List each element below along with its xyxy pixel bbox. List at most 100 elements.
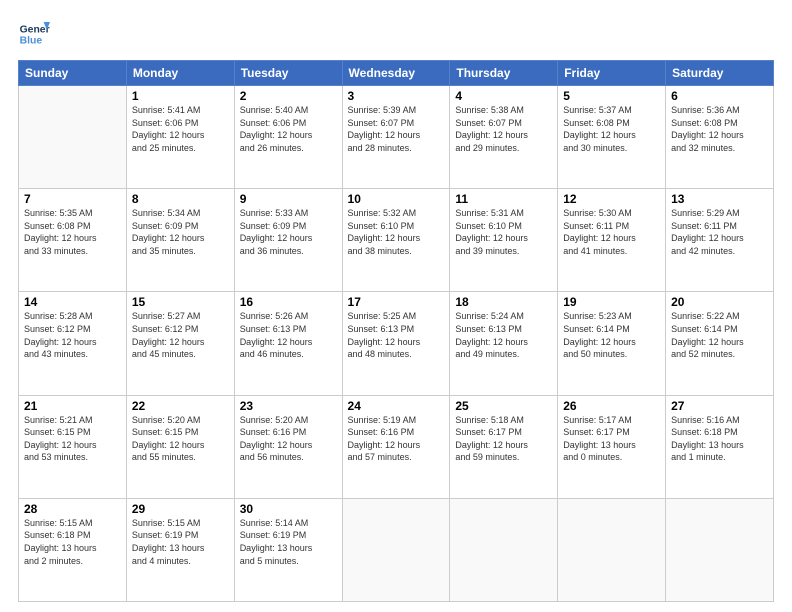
logo-icon: General Blue <box>18 18 50 50</box>
day-info: Sunrise: 5:39 AM Sunset: 6:07 PM Dayligh… <box>348 104 445 154</box>
day-info: Sunrise: 5:37 AM Sunset: 6:08 PM Dayligh… <box>563 104 660 154</box>
day-info: Sunrise: 5:25 AM Sunset: 6:13 PM Dayligh… <box>348 310 445 360</box>
day-number: 13 <box>671 192 768 206</box>
day-info: Sunrise: 5:31 AM Sunset: 6:10 PM Dayligh… <box>455 207 552 257</box>
day-number: 11 <box>455 192 552 206</box>
day-info: Sunrise: 5:23 AM Sunset: 6:14 PM Dayligh… <box>563 310 660 360</box>
day-number: 29 <box>132 502 229 516</box>
day-cell: 12Sunrise: 5:30 AM Sunset: 6:11 PM Dayli… <box>558 189 666 292</box>
day-cell: 6Sunrise: 5:36 AM Sunset: 6:08 PM Daylig… <box>666 86 774 189</box>
day-cell: 24Sunrise: 5:19 AM Sunset: 6:16 PM Dayli… <box>342 395 450 498</box>
header: General Blue <box>18 18 774 50</box>
day-number: 5 <box>563 89 660 103</box>
day-number: 26 <box>563 399 660 413</box>
day-cell: 20Sunrise: 5:22 AM Sunset: 6:14 PM Dayli… <box>666 292 774 395</box>
day-info: Sunrise: 5:16 AM Sunset: 6:18 PM Dayligh… <box>671 414 768 464</box>
day-cell: 13Sunrise: 5:29 AM Sunset: 6:11 PM Dayli… <box>666 189 774 292</box>
day-number: 10 <box>348 192 445 206</box>
day-info: Sunrise: 5:38 AM Sunset: 6:07 PM Dayligh… <box>455 104 552 154</box>
day-cell: 10Sunrise: 5:32 AM Sunset: 6:10 PM Dayli… <box>342 189 450 292</box>
day-info: Sunrise: 5:35 AM Sunset: 6:08 PM Dayligh… <box>24 207 121 257</box>
day-cell: 1Sunrise: 5:41 AM Sunset: 6:06 PM Daylig… <box>126 86 234 189</box>
day-info: Sunrise: 5:21 AM Sunset: 6:15 PM Dayligh… <box>24 414 121 464</box>
day-cell: 18Sunrise: 5:24 AM Sunset: 6:13 PM Dayli… <box>450 292 558 395</box>
day-info: Sunrise: 5:20 AM Sunset: 6:16 PM Dayligh… <box>240 414 337 464</box>
day-info: Sunrise: 5:18 AM Sunset: 6:17 PM Dayligh… <box>455 414 552 464</box>
day-cell: 19Sunrise: 5:23 AM Sunset: 6:14 PM Dayli… <box>558 292 666 395</box>
day-cell: 25Sunrise: 5:18 AM Sunset: 6:17 PM Dayli… <box>450 395 558 498</box>
day-cell: 9Sunrise: 5:33 AM Sunset: 6:09 PM Daylig… <box>234 189 342 292</box>
day-info: Sunrise: 5:22 AM Sunset: 6:14 PM Dayligh… <box>671 310 768 360</box>
day-cell: 8Sunrise: 5:34 AM Sunset: 6:09 PM Daylig… <box>126 189 234 292</box>
day-info: Sunrise: 5:32 AM Sunset: 6:10 PM Dayligh… <box>348 207 445 257</box>
day-cell <box>342 498 450 601</box>
header-cell-friday: Friday <box>558 61 666 86</box>
day-cell <box>666 498 774 601</box>
day-info: Sunrise: 5:26 AM Sunset: 6:13 PM Dayligh… <box>240 310 337 360</box>
day-cell: 7Sunrise: 5:35 AM Sunset: 6:08 PM Daylig… <box>19 189 127 292</box>
day-number: 24 <box>348 399 445 413</box>
day-number: 22 <box>132 399 229 413</box>
day-cell: 17Sunrise: 5:25 AM Sunset: 6:13 PM Dayli… <box>342 292 450 395</box>
day-number: 23 <box>240 399 337 413</box>
day-cell: 30Sunrise: 5:14 AM Sunset: 6:19 PM Dayli… <box>234 498 342 601</box>
week-row-2: 7Sunrise: 5:35 AM Sunset: 6:08 PM Daylig… <box>19 189 774 292</box>
day-cell: 2Sunrise: 5:40 AM Sunset: 6:06 PM Daylig… <box>234 86 342 189</box>
day-info: Sunrise: 5:15 AM Sunset: 6:19 PM Dayligh… <box>132 517 229 567</box>
logo: General Blue <box>18 18 50 50</box>
day-info: Sunrise: 5:30 AM Sunset: 6:11 PM Dayligh… <box>563 207 660 257</box>
day-number: 14 <box>24 295 121 309</box>
day-cell <box>558 498 666 601</box>
day-number: 2 <box>240 89 337 103</box>
day-number: 17 <box>348 295 445 309</box>
day-info: Sunrise: 5:17 AM Sunset: 6:17 PM Dayligh… <box>563 414 660 464</box>
day-number: 27 <box>671 399 768 413</box>
day-number: 3 <box>348 89 445 103</box>
day-info: Sunrise: 5:29 AM Sunset: 6:11 PM Dayligh… <box>671 207 768 257</box>
day-cell: 16Sunrise: 5:26 AM Sunset: 6:13 PM Dayli… <box>234 292 342 395</box>
svg-text:Blue: Blue <box>20 36 43 47</box>
day-number: 6 <box>671 89 768 103</box>
day-cell: 23Sunrise: 5:20 AM Sunset: 6:16 PM Dayli… <box>234 395 342 498</box>
day-cell: 26Sunrise: 5:17 AM Sunset: 6:17 PM Dayli… <box>558 395 666 498</box>
day-info: Sunrise: 5:20 AM Sunset: 6:15 PM Dayligh… <box>132 414 229 464</box>
day-cell: 22Sunrise: 5:20 AM Sunset: 6:15 PM Dayli… <box>126 395 234 498</box>
header-cell-wednesday: Wednesday <box>342 61 450 86</box>
day-number: 25 <box>455 399 552 413</box>
header-cell-thursday: Thursday <box>450 61 558 86</box>
week-row-4: 21Sunrise: 5:21 AM Sunset: 6:15 PM Dayli… <box>19 395 774 498</box>
day-number: 21 <box>24 399 121 413</box>
day-number: 20 <box>671 295 768 309</box>
day-number: 8 <box>132 192 229 206</box>
day-number: 30 <box>240 502 337 516</box>
header-row: SundayMondayTuesdayWednesdayThursdayFrid… <box>19 61 774 86</box>
day-info: Sunrise: 5:41 AM Sunset: 6:06 PM Dayligh… <box>132 104 229 154</box>
day-cell: 27Sunrise: 5:16 AM Sunset: 6:18 PM Dayli… <box>666 395 774 498</box>
day-info: Sunrise: 5:36 AM Sunset: 6:08 PM Dayligh… <box>671 104 768 154</box>
day-number: 16 <box>240 295 337 309</box>
week-row-1: 1Sunrise: 5:41 AM Sunset: 6:06 PM Daylig… <box>19 86 774 189</box>
day-cell: 5Sunrise: 5:37 AM Sunset: 6:08 PM Daylig… <box>558 86 666 189</box>
day-number: 4 <box>455 89 552 103</box>
day-cell: 28Sunrise: 5:15 AM Sunset: 6:18 PM Dayli… <box>19 498 127 601</box>
day-info: Sunrise: 5:27 AM Sunset: 6:12 PM Dayligh… <box>132 310 229 360</box>
day-info: Sunrise: 5:28 AM Sunset: 6:12 PM Dayligh… <box>24 310 121 360</box>
day-cell: 3Sunrise: 5:39 AM Sunset: 6:07 PM Daylig… <box>342 86 450 189</box>
day-info: Sunrise: 5:34 AM Sunset: 6:09 PM Dayligh… <box>132 207 229 257</box>
header-cell-sunday: Sunday <box>19 61 127 86</box>
day-number: 7 <box>24 192 121 206</box>
main-container: General Blue SundayMondayTuesdayWednesda… <box>0 0 792 612</box>
header-cell-tuesday: Tuesday <box>234 61 342 86</box>
day-number: 18 <box>455 295 552 309</box>
day-cell: 29Sunrise: 5:15 AM Sunset: 6:19 PM Dayli… <box>126 498 234 601</box>
day-cell <box>19 86 127 189</box>
day-info: Sunrise: 5:40 AM Sunset: 6:06 PM Dayligh… <box>240 104 337 154</box>
day-info: Sunrise: 5:14 AM Sunset: 6:19 PM Dayligh… <box>240 517 337 567</box>
header-cell-saturday: Saturday <box>666 61 774 86</box>
day-cell: 15Sunrise: 5:27 AM Sunset: 6:12 PM Dayli… <box>126 292 234 395</box>
day-number: 9 <box>240 192 337 206</box>
day-number: 19 <box>563 295 660 309</box>
day-info: Sunrise: 5:24 AM Sunset: 6:13 PM Dayligh… <box>455 310 552 360</box>
day-cell: 4Sunrise: 5:38 AM Sunset: 6:07 PM Daylig… <box>450 86 558 189</box>
day-number: 1 <box>132 89 229 103</box>
